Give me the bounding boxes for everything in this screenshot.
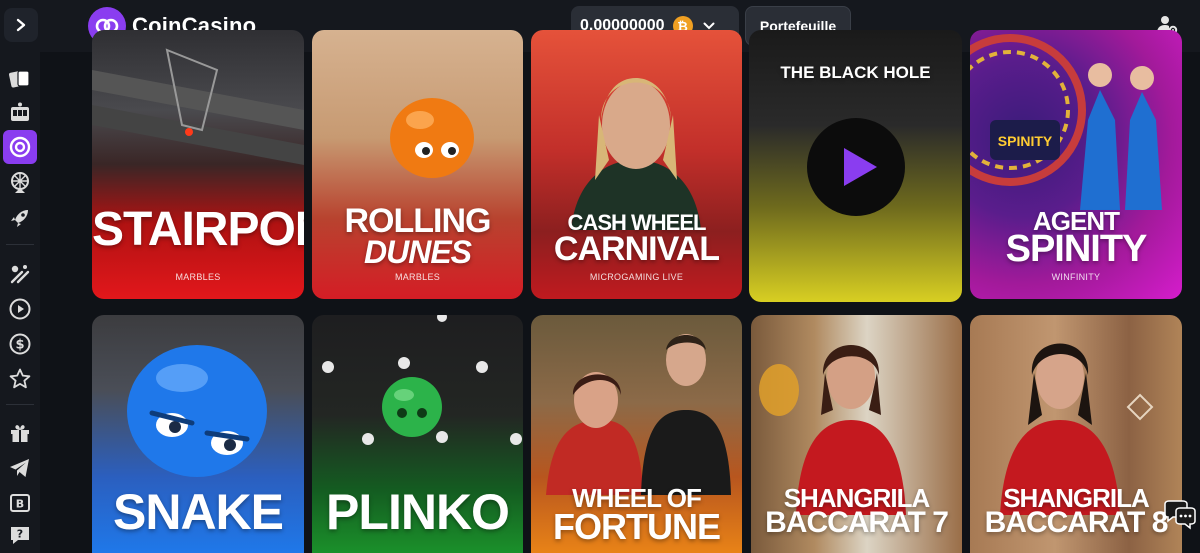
game-title: STAIRPONG <box>92 203 304 256</box>
chevron-down-icon <box>703 22 715 30</box>
expand-sidebar-button[interactable] <box>4 8 38 42</box>
hosts-illustration <box>546 334 731 495</box>
gift-icon <box>11 425 29 442</box>
telegram-icon <box>10 459 29 477</box>
plinko-pegs-illustration <box>322 315 522 445</box>
chevron-right-icon <box>16 18 26 32</box>
sports-icon <box>10 265 30 284</box>
sidebar-item-promotions[interactable]: $ <box>3 327 37 361</box>
game-card-the-black-hole[interactable]: THE BLACK HOLE <box>749 30 962 302</box>
rocket-icon <box>11 210 28 227</box>
wheel-and-hosts-illustration: SPINITY <box>970 34 1162 210</box>
game-provider: MICROGAMING LIVE <box>589 272 684 282</box>
game-title-line2: FORTUNE <box>553 506 721 547</box>
svg-text:?: ? <box>17 528 23 541</box>
star-icon <box>9 368 31 389</box>
blue-ball-illustration <box>127 345 267 477</box>
wheel-icon <box>11 172 29 193</box>
live-chat-icon[interactable] <box>1162 500 1196 530</box>
game-card-cash-wheel-carnival[interactable]: CASH WHEEL CARNIVAL MICROGAMING LIVE <box>531 30 742 299</box>
cards-icon <box>9 70 30 88</box>
sidebar-item-live-casino[interactable] <box>3 130 37 164</box>
help-icon: ? <box>11 527 29 544</box>
game-provider: MARBLES <box>175 272 221 282</box>
sidebar: $ B ? <box>0 52 40 553</box>
sidebar-item-bonus[interactable] <box>3 416 37 450</box>
sidebar-item-help[interactable]: ? <box>3 518 37 552</box>
sidebar-item-favorites[interactable] <box>3 362 37 396</box>
game-card-rolling-dunes[interactable]: ROLLING DUNES MARBLES <box>312 30 523 299</box>
game-card-snake[interactable]: SNAKE <box>92 315 304 553</box>
game-title: THE BLACK HOLE <box>780 63 931 82</box>
orange-ball-illustration <box>390 98 474 178</box>
game-title-line2: BACCARAT 7 <box>765 506 949 539</box>
game-card-agent-spinity[interactable]: SPINITY AGENT SPINITY WINFINITY <box>970 30 1182 299</box>
sidebar-item-cards[interactable] <box>3 62 37 96</box>
sidebar-item-telegram[interactable] <box>3 451 37 485</box>
game-provider: WINFINITY <box>1051 272 1101 282</box>
game-title-line2: SPINITY <box>1005 228 1148 270</box>
sidebar-item-live[interactable] <box>3 292 37 326</box>
sidebar-item-slots[interactable] <box>3 96 37 130</box>
svg-text:B: B <box>16 498 24 511</box>
game-title-line2: BACCARAT 8 <box>984 506 1169 539</box>
slot-machine-icon <box>11 102 29 121</box>
game-title: SNAKE <box>112 484 284 540</box>
sidebar-item-buy-crypto[interactable]: B <box>3 486 37 520</box>
dollar-icon: $ <box>9 333 31 355</box>
game-card-stairpong[interactable]: STAIRPONG MARBLES <box>92 30 304 299</box>
stairs-illustration <box>92 48 304 165</box>
game-title-line2: DUNES <box>363 234 472 270</box>
game-provider: MARBLES <box>394 272 441 282</box>
play-video-icon[interactable] <box>807 118 905 216</box>
game-title-line2: CARNIVAL <box>553 230 720 268</box>
sidebar-divider <box>6 404 34 405</box>
game-card-shangrila-baccarat-8[interactable]: SHANGRILA BACCARAT 8 <box>970 315 1182 553</box>
sidebar-item-sports[interactable] <box>3 257 37 291</box>
game-card-wheel-of-fortune[interactable]: WHEEL OF FORTUNE <box>531 315 742 553</box>
sidebar-item-crash[interactable] <box>3 201 37 235</box>
host-illustration <box>571 78 701 230</box>
svg-text:SPINITY: SPINITY <box>998 133 1053 149</box>
roulette-icon <box>9 136 31 158</box>
sidebar-item-wheel[interactable] <box>3 166 37 200</box>
sidebar-divider <box>6 244 34 245</box>
play-icon <box>9 298 31 320</box>
game-card-shangrila-baccarat-7[interactable]: SHANGRILA BACCARAT 7 <box>751 315 962 553</box>
bitcoin-card-icon: B <box>10 494 30 512</box>
game-title: PLINKO <box>326 484 510 540</box>
game-card-plinko[interactable]: PLINKO <box>312 315 523 553</box>
svg-text:$: $ <box>15 338 24 353</box>
